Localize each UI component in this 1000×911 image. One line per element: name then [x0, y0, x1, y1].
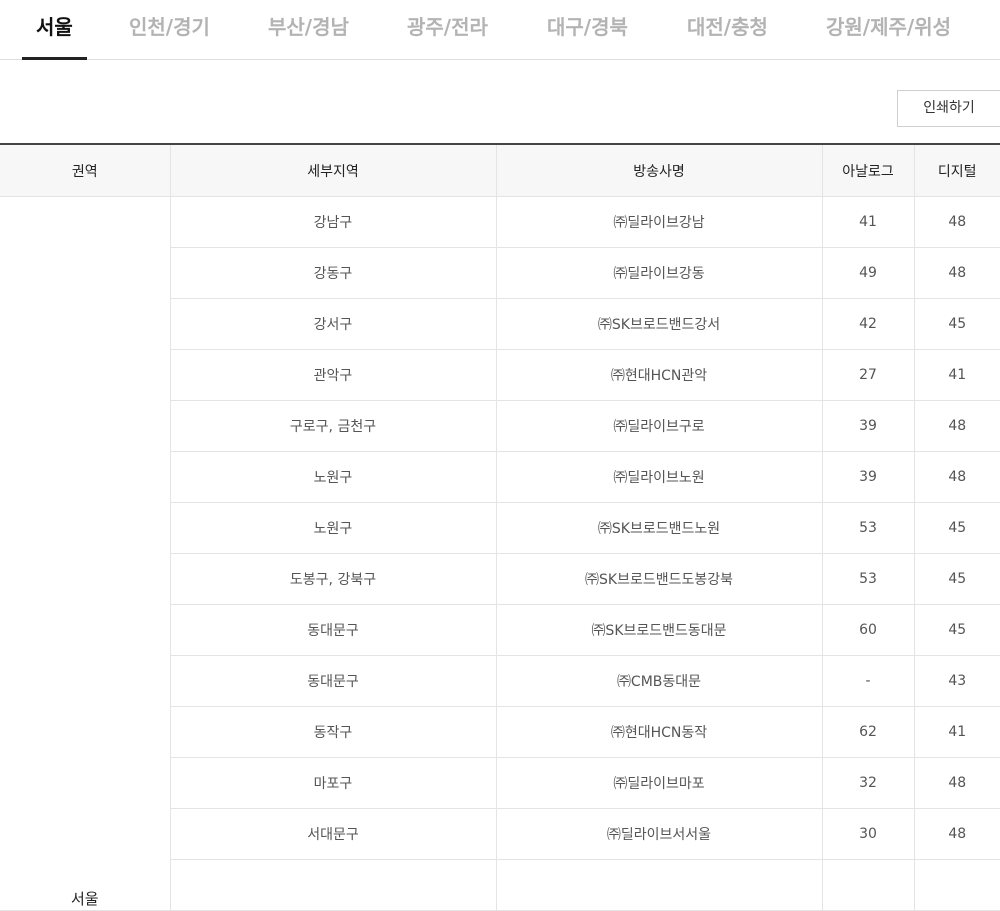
- broadcaster-cell: ㈜딜라이브서서울: [495, 808, 822, 860]
- analog-channel-cell: 27: [821, 349, 914, 401]
- region-cell: 서울: [0, 196, 170, 911]
- area-cell: 노원구: [169, 502, 496, 554]
- area-cell: 도봉구, 강북구: [169, 553, 496, 605]
- empty-cell: [821, 859, 914, 911]
- tab-incheon-gyeonggi[interactable]: 인천/경기: [129, 0, 210, 59]
- tab-busan-gyeongnam[interactable]: 부산/경남: [268, 0, 349, 59]
- area-cell: 강서구: [169, 298, 496, 350]
- table-header-row: 권역 세부지역 방송사명 아날로그 디지털: [0, 144, 1000, 197]
- area-cell: 서대문구: [169, 808, 496, 860]
- analog-channel-cell: 30: [821, 808, 914, 860]
- area-cell: 관악구: [169, 349, 496, 401]
- broadcaster-cell: ㈜딜라이브노원: [495, 451, 822, 503]
- tab-daejeon-chungcheong[interactable]: 대전/충청: [687, 0, 768, 59]
- digital-channel-cell: 45: [913, 502, 1000, 554]
- broadcaster-cell: ㈜SK브로드밴드도봉강북: [495, 553, 822, 605]
- broadcaster-cell: ㈜현대HCN관악: [495, 349, 822, 401]
- broadcaster-cell: ㈜현대HCN동작: [495, 706, 822, 758]
- region-tab-bar: 서울 인천/경기 부산/경남 광주/전라 대구/경북 대전/충청 강원/제주/위…: [0, 0, 1000, 60]
- analog-channel-cell: -: [821, 655, 914, 707]
- broadcaster-cell: ㈜딜라이브강동: [495, 247, 822, 299]
- tab-gangwon-jeju-satellite[interactable]: 강원/제주/위성: [826, 0, 951, 59]
- broadcaster-cell: ㈜딜라이브마포: [495, 757, 822, 809]
- analog-channel-cell: 39: [821, 451, 914, 503]
- digital-channel-cell: 45: [913, 553, 1000, 605]
- region-label: 서울: [70, 890, 99, 908]
- digital-channel-cell: 48: [913, 808, 1000, 860]
- print-button[interactable]: 인쇄하기: [897, 90, 1000, 127]
- area-cell: 동대문구: [169, 655, 496, 707]
- broadcaster-cell: ㈜SK브로드밴드강서: [495, 298, 822, 350]
- analog-channel-cell: 39: [821, 400, 914, 452]
- analog-channel-cell: 42: [821, 298, 914, 350]
- analog-channel-cell: 60: [821, 604, 914, 656]
- header-region: 권역: [0, 144, 170, 197]
- area-cell: 강남구: [169, 196, 496, 248]
- empty-cell: [913, 859, 1000, 911]
- digital-channel-cell: 48: [913, 757, 1000, 809]
- broadcaster-cell: ㈜CMB동대문: [495, 655, 822, 707]
- area-cell: 강동구: [169, 247, 496, 299]
- tab-daegu-gyeongbuk[interactable]: 대구/경북: [547, 0, 628, 59]
- empty-cell: [169, 859, 496, 911]
- header-area: 세부지역: [169, 144, 496, 197]
- digital-channel-cell: 45: [913, 604, 1000, 656]
- digital-channel-cell: 45: [913, 298, 1000, 350]
- analog-channel-cell: 32: [821, 757, 914, 809]
- tab-gwangju-jeolla[interactable]: 광주/전라: [407, 0, 488, 59]
- analog-channel-cell: 41: [821, 196, 914, 248]
- analog-channel-cell: 53: [821, 553, 914, 605]
- empty-cell: [495, 859, 822, 911]
- analog-channel-cell: 49: [821, 247, 914, 299]
- header-analog: 아날로그: [821, 144, 914, 197]
- analog-channel-cell: 62: [821, 706, 914, 758]
- broadcaster-cell: ㈜딜라이브구로: [495, 400, 822, 452]
- header-digital: 디지털: [913, 144, 1000, 197]
- header-broadcaster: 방송사명: [495, 144, 822, 197]
- tab-seoul[interactable]: 서울: [22, 0, 87, 60]
- broadcaster-cell: ㈜SK브로드밴드노원: [495, 502, 822, 554]
- area-cell: 마포구: [169, 757, 496, 809]
- digital-channel-cell: 43: [913, 655, 1000, 707]
- area-cell: 동작구: [169, 706, 496, 758]
- area-cell: 노원구: [169, 451, 496, 503]
- digital-channel-cell: 48: [913, 400, 1000, 452]
- digital-channel-cell: 48: [913, 247, 1000, 299]
- area-cell: 구로구, 금천구: [169, 400, 496, 452]
- broadcaster-cell: ㈜SK브로드밴드동대문: [495, 604, 822, 656]
- table-row: 서울 강남구 ㈜딜라이브강남 41 48: [0, 196, 1000, 911]
- digital-channel-cell: 48: [913, 196, 1000, 248]
- digital-channel-cell: 41: [913, 706, 1000, 758]
- broadcaster-cell: ㈜딜라이브강남: [495, 196, 822, 248]
- channel-table: 권역 세부지역 방송사명 아날로그 디지털 서울 강남구 ㈜딜라이브강남 41 48 강동…: [0, 143, 1000, 911]
- digital-channel-cell: 41: [913, 349, 1000, 401]
- analog-channel-cell: 53: [821, 502, 914, 554]
- digital-channel-cell: 48: [913, 451, 1000, 503]
- area-cell: 동대문구: [169, 604, 496, 656]
